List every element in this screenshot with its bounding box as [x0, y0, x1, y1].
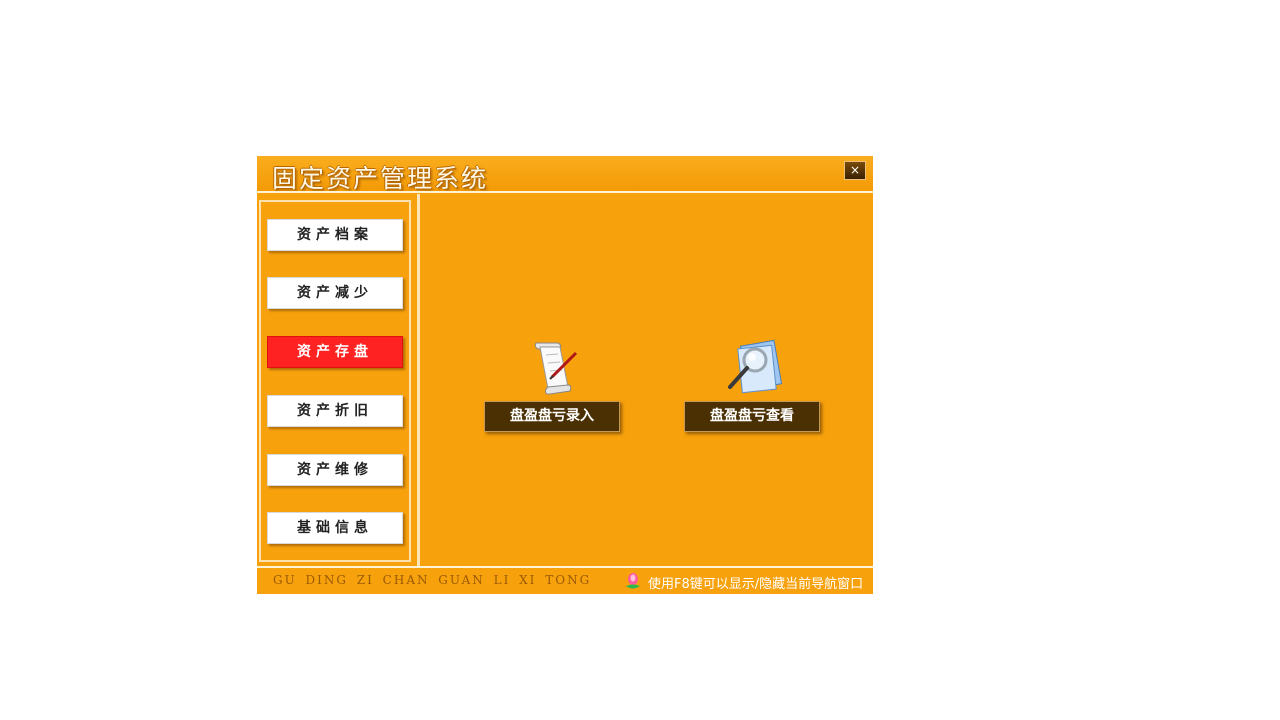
- title-bar: 固定资产管理系统 ×: [257, 156, 873, 193]
- close-button[interactable]: ×: [844, 161, 866, 180]
- inventory-entry-action[interactable]: 盘盈盘亏录入: [484, 339, 620, 432]
- sidebar-item-basic-info[interactable]: 基础信息: [267, 512, 403, 544]
- sidebar-divider: [417, 194, 420, 566]
- main-content: 盘盈盘亏录入 盘盈盘亏查看: [422, 196, 871, 566]
- status-bar: GU DING ZI CHAN GUAN LI XI TONG 使用F8键可以显…: [257, 569, 873, 594]
- app-window: 固定资产管理系统 × 资产档案 资产减少 资产存盘 资产折旧 资产维修 基础信息…: [257, 156, 873, 594]
- inventory-entry-button[interactable]: 盘盈盘亏录入: [484, 401, 620, 432]
- sidebar-item-asset-depreciation[interactable]: 资产折旧: [267, 395, 403, 427]
- footer-hint-text: 使用F8键可以显示/隐藏当前导航窗口: [648, 577, 864, 592]
- sidebar-frame: [259, 200, 411, 562]
- sidebar-item-asset-maintenance[interactable]: 资产维修: [267, 454, 403, 486]
- sidebar-item-asset-reduction[interactable]: 资产减少: [267, 277, 403, 309]
- inventory-view-action[interactable]: 盘盈盘亏查看: [684, 339, 820, 432]
- magnifier-document-icon: [728, 339, 783, 394]
- title-divider: [257, 191, 873, 193]
- sidebar-item-asset-inventory[interactable]: 资产存盘: [267, 336, 403, 368]
- inventory-view-button[interactable]: 盘盈盘亏查看: [684, 401, 820, 432]
- footer-divider: [257, 566, 873, 568]
- scroll-pen-icon: [534, 342, 578, 395]
- lotus-icon: [626, 573, 640, 589]
- footer-pinyin: GU DING ZI CHAN GUAN LI XI TONG: [273, 573, 592, 587]
- sidebar-item-asset-archive[interactable]: 资产档案: [267, 219, 403, 251]
- window-title: 固定资产管理系统: [272, 164, 489, 193]
